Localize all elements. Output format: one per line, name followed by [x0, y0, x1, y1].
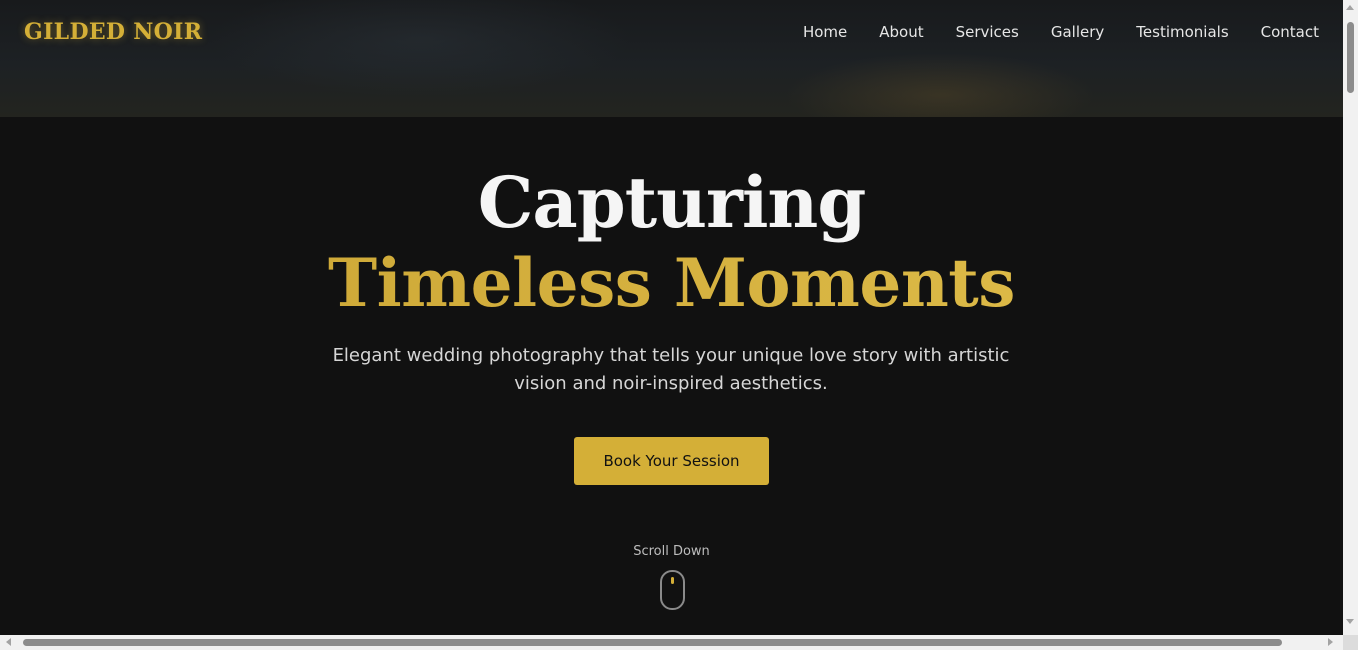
- nav-about-link[interactable]: About: [879, 22, 923, 42]
- vertical-scrollbar-thumb[interactable]: [1347, 22, 1354, 93]
- mouse-wheel-indicator: [671, 577, 674, 584]
- hero-subtitle: Elegant wedding photography that tells y…: [332, 345, 1010, 394]
- scroll-down-label: Scroll Down: [633, 544, 710, 559]
- scroll-right-arrow-icon[interactable]: [1328, 638, 1333, 646]
- mouse-icon[interactable]: [660, 570, 685, 610]
- site-header: GILDED NOIR Home About Services Gallery …: [0, 0, 1343, 117]
- nav-contact-link[interactable]: Contact: [1261, 22, 1319, 42]
- site-logo[interactable]: GILDED NOIR: [24, 19, 202, 45]
- horizontal-scrollbar[interactable]: [0, 635, 1343, 650]
- page-viewport: GILDED NOIR Home About Services Gallery …: [0, 0, 1343, 635]
- horizontal-scrollbar-thumb[interactable]: [23, 639, 1282, 646]
- scroll-up-arrow-icon[interactable]: [1346, 5, 1354, 10]
- scroll-down-arrow-icon[interactable]: [1346, 619, 1354, 624]
- vertical-scrollbar[interactable]: [1343, 0, 1358, 635]
- hero-title-line1: Capturing: [477, 161, 867, 244]
- nav-services-link[interactable]: Services: [956, 22, 1019, 42]
- nav-testimonials-link[interactable]: Testimonials: [1136, 22, 1228, 42]
- hero-title-line2: Timeless Moments: [0, 240, 1343, 326]
- scroll-left-arrow-icon[interactable]: [6, 638, 11, 646]
- nav-home-link[interactable]: Home: [803, 22, 847, 42]
- scrollbar-corner: [1343, 635, 1358, 650]
- book-session-button[interactable]: Book Your Session: [574, 437, 769, 485]
- main-nav: Home About Services Gallery Testimonials…: [803, 22, 1319, 42]
- nav-gallery-link[interactable]: Gallery: [1051, 22, 1104, 42]
